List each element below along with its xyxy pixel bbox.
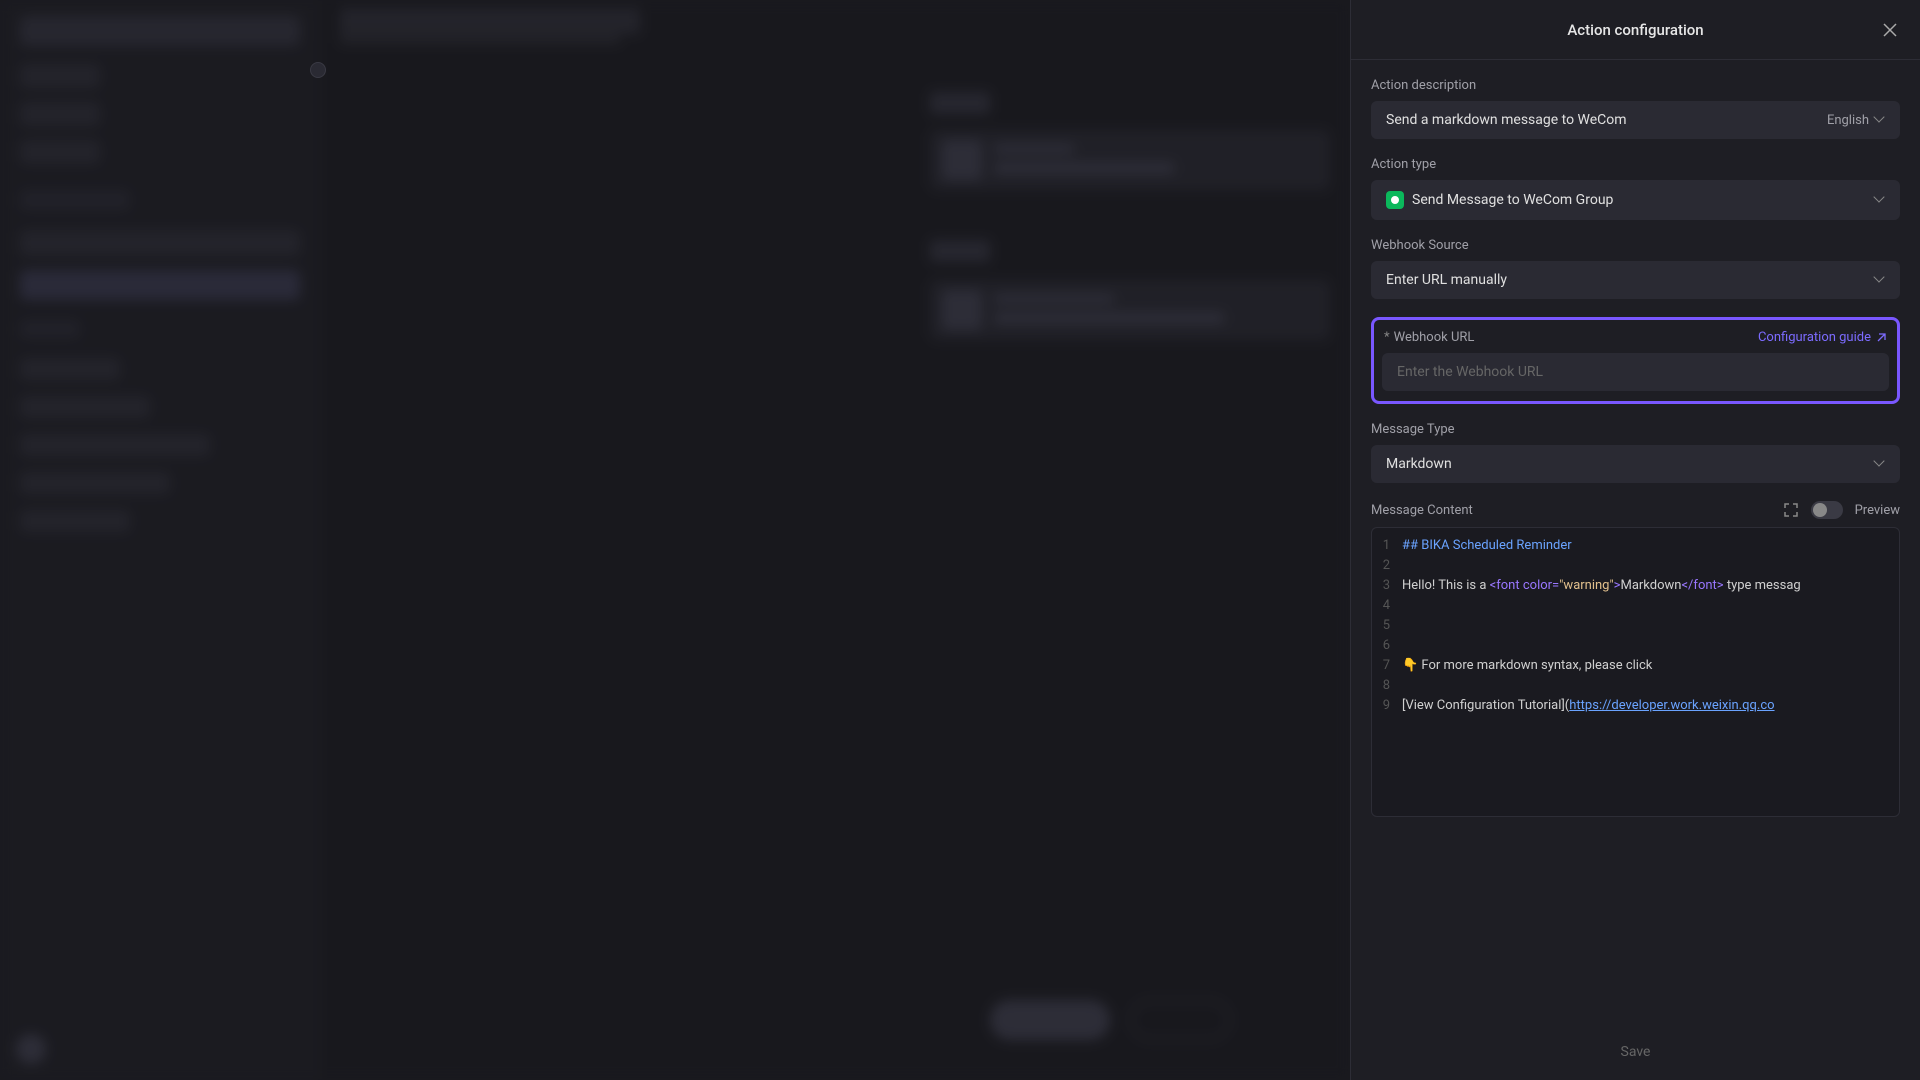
action-type-group: Action type Send Message to WeCom Group: [1371, 157, 1900, 220]
line-number: 6: [1372, 636, 1402, 656]
webhook-url-input-wrapper: [1382, 353, 1889, 391]
action-type-select[interactable]: Send Message to WeCom Group: [1371, 180, 1900, 220]
line-number: 1: [1372, 536, 1402, 556]
webhook-source-label: Webhook Source: [1371, 238, 1900, 253]
save-button[interactable]: Save: [1621, 1044, 1651, 1060]
message-content-editor[interactable]: 1## BIKA Scheduled Reminder 2 3Hello! Th…: [1371, 527, 1900, 817]
panel-title: Action configuration: [1567, 21, 1703, 39]
close-icon: [1883, 23, 1897, 37]
line-number: 4: [1372, 596, 1402, 616]
webhook-source-value: Enter URL manually: [1386, 272, 1507, 288]
required-indicator: *: [1384, 330, 1390, 345]
expand-icon[interactable]: [1783, 502, 1799, 518]
message-type-select[interactable]: Markdown: [1371, 445, 1900, 483]
message-content-label: Message Content: [1371, 503, 1473, 518]
action-description-value: Send a markdown message to WeCom: [1386, 112, 1627, 128]
action-description-group: Action description Send a markdown messa…: [1371, 78, 1900, 139]
preview-toggle[interactable]: [1811, 501, 1843, 519]
language-selector[interactable]: English: [1827, 113, 1885, 128]
preview-label: Preview: [1855, 503, 1900, 518]
message-type-label: Message Type: [1371, 422, 1900, 437]
webhook-source-select[interactable]: Enter URL manually: [1371, 261, 1900, 299]
action-configuration-panel: Action configuration Action description …: [1350, 0, 1920, 1080]
external-link-icon: [1875, 332, 1887, 344]
webhook-url-highlight: *Webhook URL Configuration guide: [1371, 317, 1900, 404]
config-guide-text: Configuration guide: [1758, 330, 1871, 345]
panel-footer: Save: [1351, 1025, 1920, 1080]
line-number: 8: [1372, 676, 1402, 696]
line-number: 7: [1372, 656, 1402, 676]
action-description-input[interactable]: Send a markdown message to WeCom English: [1371, 101, 1900, 139]
panel-body: Action description Send a markdown messa…: [1351, 60, 1920, 1025]
wecom-icon: [1386, 191, 1404, 209]
line-number: 2: [1372, 556, 1402, 576]
message-content-group: Message Content Preview 1## BIKA Schedul…: [1371, 501, 1900, 817]
line-number: 5: [1372, 616, 1402, 636]
chevron-down-icon: [1875, 115, 1885, 125]
configuration-guide-link[interactable]: Configuration guide: [1758, 330, 1887, 345]
webhook-url-input[interactable]: [1397, 364, 1874, 380]
panel-header: Action configuration: [1351, 0, 1920, 60]
language-value: English: [1827, 113, 1869, 128]
message-type-group: Message Type Markdown: [1371, 422, 1900, 483]
action-type-value: Send Message to WeCom Group: [1412, 192, 1613, 208]
chevron-down-icon: [1875, 195, 1885, 205]
close-button[interactable]: [1878, 18, 1902, 42]
sidebar-collapse-button[interactable]: [310, 62, 326, 78]
background-blurred-app: [0, 0, 1350, 1080]
action-type-label: Action type: [1371, 157, 1900, 172]
webhook-url-label: *Webhook URL: [1384, 330, 1474, 345]
line-number: 3: [1372, 576, 1402, 596]
chevron-down-icon: [1875, 275, 1885, 285]
webhook-source-group: Webhook Source Enter URL manually: [1371, 238, 1900, 299]
message-type-value: Markdown: [1386, 456, 1452, 472]
chevron-down-icon: [1875, 459, 1885, 469]
line-number: 9: [1372, 696, 1402, 716]
action-description-label: Action description: [1371, 78, 1900, 93]
